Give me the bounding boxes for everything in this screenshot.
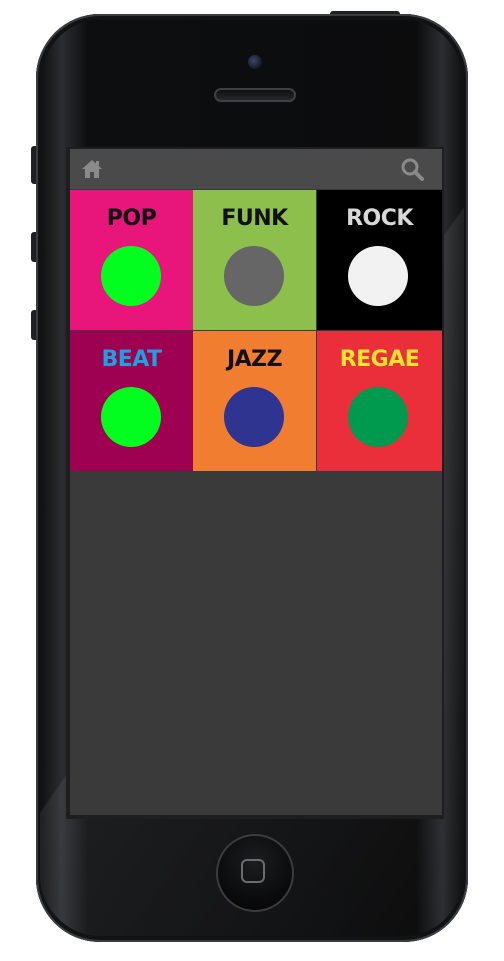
genre-label: JAZZ [226, 347, 283, 372]
genre-label: ROCK [346, 206, 413, 231]
genre-dot [224, 387, 284, 447]
genre-grid: POP FUNK ROCK BEAT JAZZ REGAE [70, 190, 442, 472]
genre-label: BEAT [101, 347, 162, 372]
genre-tile-rock[interactable]: ROCK [317, 190, 442, 330]
earpiece-speaker [214, 88, 296, 102]
app-screen: POP FUNK ROCK BEAT JAZZ REGAE [70, 149, 442, 815]
genre-dot [348, 246, 408, 306]
app-header [70, 149, 442, 189]
genre-tile-regae[interactable]: REGAE [317, 331, 442, 471]
search-icon[interactable] [400, 157, 424, 181]
genre-label: REGAE [339, 347, 420, 372]
genre-tile-funk[interactable]: FUNK [193, 190, 316, 330]
genre-dot [348, 387, 408, 447]
home-icon[interactable] [80, 157, 104, 181]
genre-label: POP [106, 206, 157, 231]
genre-dot [224, 246, 284, 306]
genre-tile-beat[interactable]: BEAT [70, 331, 193, 471]
genre-dot [101, 246, 161, 306]
home-button-square-icon [241, 859, 265, 883]
genre-label: FUNK [221, 206, 288, 231]
genre-tile-jazz[interactable]: JAZZ [193, 331, 316, 471]
genre-tile-pop[interactable]: POP [70, 190, 193, 330]
home-button[interactable] [216, 834, 294, 912]
front-camera [248, 55, 262, 69]
genre-dot [101, 387, 161, 447]
